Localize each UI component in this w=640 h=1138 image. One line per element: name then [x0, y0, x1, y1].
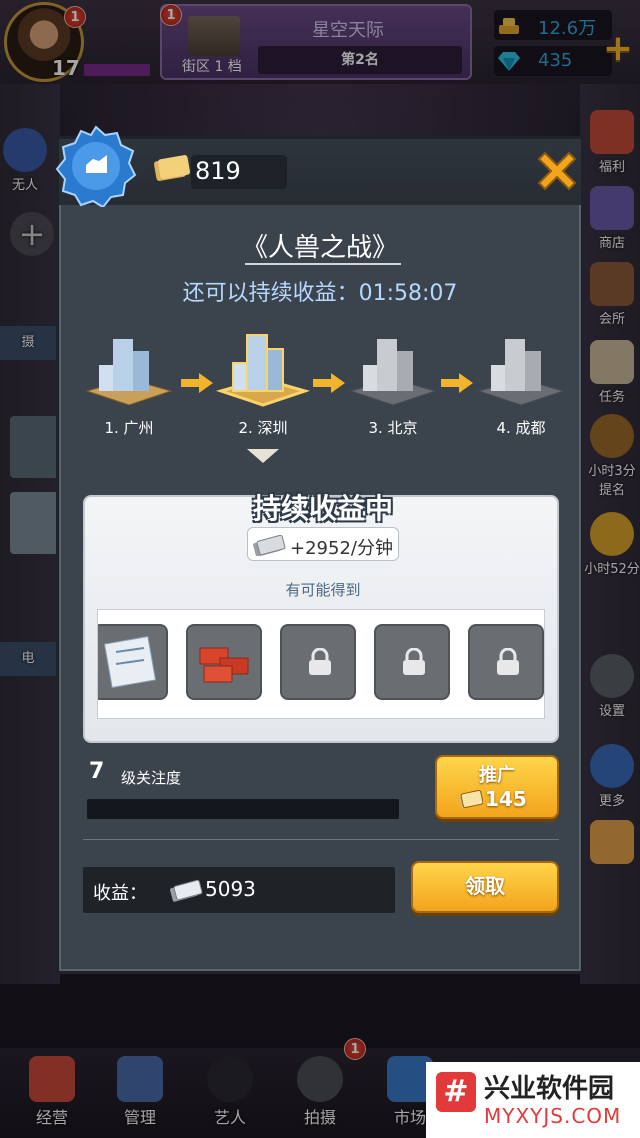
modal-header: 819: [55, 125, 581, 207]
city-label: 4. 成都: [496, 419, 546, 437]
income-countdown: 还可以持续收益：01:58:07: [182, 281, 458, 306]
earnings-value: 5093: [205, 877, 256, 901]
city-label: 3. 北京: [368, 419, 418, 437]
promote-cost: 145: [485, 787, 527, 811]
city-building-locked-icon: [477, 339, 565, 406]
income-panel: 持续收益中 +2952/分钟 有可能得到: [83, 492, 559, 743]
attention-level: 7: [89, 759, 105, 784]
city-label: 1. 广州: [104, 419, 154, 437]
reward-bricks[interactable]: [186, 624, 262, 700]
possible-rewards-label: 有可能得到: [285, 581, 361, 599]
promote-label: 推广: [479, 765, 515, 786]
cash-icon: [170, 879, 203, 902]
income-rate: +2952/分钟: [290, 538, 393, 559]
watermark-logo-icon: #: [436, 1072, 476, 1112]
watermark-title: 兴业软件园: [484, 1074, 615, 1104]
attention-progress-bar: [87, 799, 399, 819]
blueprint-icon: [103, 635, 157, 689]
promote-button[interactable]: 推广 145: [435, 755, 559, 819]
watermark-url: MYXYJS.COM: [484, 1104, 622, 1128]
income-status-title: 持续收益中: [252, 492, 393, 525]
ticket-icon: [153, 155, 191, 181]
reward-locked-3[interactable]: [280, 624, 356, 700]
city-beijing[interactable]: 3. 北京: [343, 325, 443, 455]
close-icon[interactable]: [529, 143, 585, 199]
arrow-right-icon: [181, 373, 213, 393]
movie-title: 《人兽之战》: [241, 233, 398, 263]
arrow-right-icon: [313, 373, 345, 393]
lock-icon: [403, 648, 425, 675]
box-office-badge-icon: [55, 125, 137, 207]
city-progress-row: 1. 广州 2. 深圳 3. 北京 4. 成都: [79, 325, 579, 455]
city-building-active-icon: [215, 334, 311, 407]
box-office-modal: 819 《人兽之战》 还可以持续收益：01:58:07 1. 广州 2. 深圳 …: [55, 125, 584, 974]
cash-icon: [253, 534, 286, 556]
reward-locked-5[interactable]: [468, 624, 544, 700]
city-shenzhen[interactable]: 2. 深圳: [213, 325, 313, 455]
rewards-strip[interactable]: [97, 609, 545, 719]
lock-icon: [497, 648, 519, 675]
earnings-label: 收益：: [93, 883, 147, 904]
collect-button[interactable]: 领取: [411, 861, 559, 913]
city-building-icon: [85, 339, 173, 406]
city-guangzhou[interactable]: 1. 广州: [79, 325, 179, 455]
section-divider: [83, 839, 559, 840]
ticket-count: 819: [195, 157, 241, 185]
bricks-icon: [199, 647, 249, 683]
lock-icon: [309, 648, 331, 675]
city-chengdu[interactable]: 4. 成都: [471, 325, 571, 455]
reward-blueprint[interactable]: [98, 624, 168, 700]
income-rate-box: +2952/分钟: [247, 527, 399, 561]
site-watermark: # 兴业软件园 MYXYJS.COM: [426, 1062, 640, 1138]
title-underline: [245, 263, 401, 265]
attention-label: 级关注度: [121, 769, 182, 787]
reward-locked-4[interactable]: [374, 624, 450, 700]
city-label: 2. 深圳: [238, 419, 288, 437]
ticket-icon: [458, 789, 483, 809]
earnings-row: 收益： 5093: [83, 867, 395, 913]
current-city-pointer: [247, 449, 279, 463]
city-building-locked-icon: [349, 339, 437, 406]
arrow-right-icon: [441, 373, 473, 393]
